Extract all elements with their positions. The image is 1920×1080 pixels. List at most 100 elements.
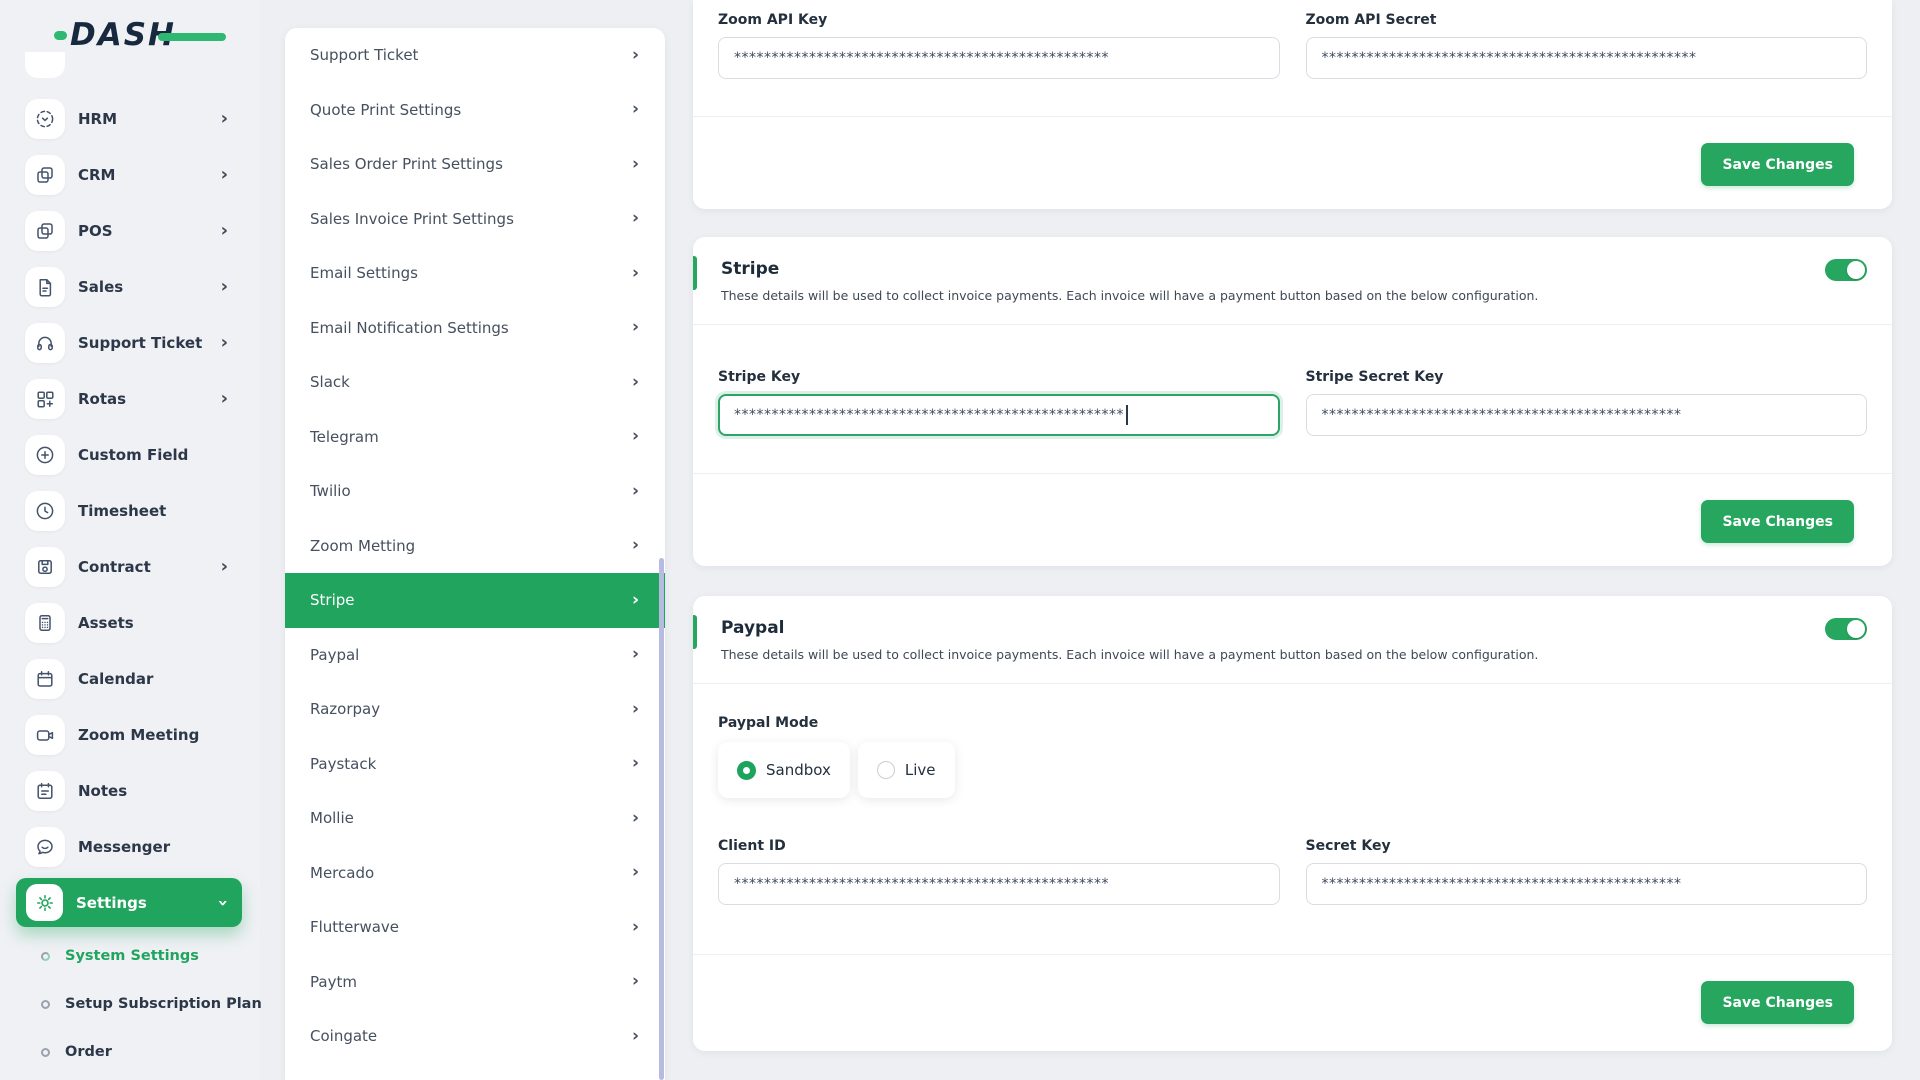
zoom-api-secret-label: Zoom API Secret bbox=[1305, 12, 1437, 28]
settings-nav-item-mercado[interactable]: Mercado bbox=[285, 846, 665, 901]
chevron-down-icon bbox=[213, 899, 231, 906]
settings-nav-item-zoom-metting[interactable]: Zoom Metting bbox=[285, 519, 665, 574]
chevron-right-icon bbox=[632, 810, 639, 827]
sidebar: DASH HRM CRM POS Sales Support Ticket bbox=[0, 0, 262, 1080]
divider bbox=[693, 324, 1892, 325]
bullet-ring-icon bbox=[41, 999, 50, 1009]
client-id-label: Client ID bbox=[718, 838, 786, 854]
paypal-mode-live-option[interactable]: Live bbox=[857, 742, 955, 798]
chevron-right-icon bbox=[632, 428, 639, 445]
save-changes-button[interactable]: Save Changes bbox=[1701, 500, 1854, 543]
sidebar-item-pos[interactable]: POS bbox=[0, 203, 260, 259]
chevron-right-icon bbox=[632, 210, 639, 227]
settings-nav-item-paystack[interactable]: Paystack bbox=[285, 737, 665, 792]
chevron-right-icon bbox=[221, 166, 228, 184]
submenu-item-order[interactable]: Order bbox=[0, 1028, 260, 1076]
chevron-right-icon bbox=[632, 755, 639, 772]
settings-nav-item-email-settings[interactable]: Email Settings bbox=[285, 246, 665, 301]
toggle-knob bbox=[1847, 620, 1865, 638]
stripe-secret-key-field: Stripe Secret Key **********************… bbox=[1305, 369, 1867, 436]
stripe-enable-toggle[interactable] bbox=[1825, 259, 1867, 281]
radio-unchecked-icon bbox=[876, 761, 895, 779]
settings-nav-item-razorpay[interactable]: Razorpay bbox=[285, 682, 665, 737]
chevron-right-icon bbox=[221, 390, 228, 408]
sidebar-item-hrm[interactable]: HRM bbox=[0, 91, 260, 147]
notes-icon bbox=[25, 771, 65, 811]
settings-nav-item-paytm[interactable]: Paytm bbox=[285, 955, 665, 1010]
submenu-item-system-settings[interactable]: System Settings bbox=[0, 932, 260, 980]
settings-nav-item-quote-print-settings[interactable]: Quote Print Settings bbox=[285, 83, 665, 138]
sidebar-item-messenger[interactable]: Messenger bbox=[0, 819, 260, 875]
paypal-enable-toggle[interactable] bbox=[1825, 618, 1867, 640]
settings-nav-item-paypal[interactable]: Paypal bbox=[285, 628, 665, 683]
stripe-section-description: These details will be used to collect in… bbox=[721, 288, 1539, 303]
sidebar-item-contract[interactable]: Contract bbox=[0, 539, 260, 595]
settings-nav-item-sales-order-print-settings[interactable]: Sales Order Print Settings bbox=[285, 137, 665, 192]
stripe-secret-key-input[interactable]: ****************************************… bbox=[1305, 394, 1867, 436]
secret-key-input[interactable]: ****************************************… bbox=[1305, 863, 1867, 905]
zoom-api-key-input[interactable]: ****************************************… bbox=[718, 37, 1280, 79]
sidebar-item-zoom-meeting[interactable]: Zoom Meeting bbox=[0, 707, 260, 763]
bullet-ring-icon bbox=[41, 951, 50, 961]
sidebar-item-settings[interactable]: Settings bbox=[16, 878, 242, 927]
submenu-item-setup-subscription-plan[interactable]: Setup Subscription Plan bbox=[0, 980, 262, 1028]
sidebar-item-support-ticket[interactable]: Support Ticket bbox=[0, 315, 260, 371]
chat-bubble-icon bbox=[25, 827, 65, 867]
sidebar-item-custom-field[interactable]: Custom Field bbox=[0, 427, 260, 483]
chevron-right-icon bbox=[632, 1028, 639, 1045]
main-content: Zoom API Key ***************************… bbox=[693, 0, 1892, 1051]
sidebar-item-calendar[interactable]: Calendar bbox=[0, 651, 260, 707]
sidebar-item-crm[interactable]: CRM bbox=[0, 147, 260, 203]
sidebar-item-rotas[interactable]: Rotas bbox=[0, 371, 260, 427]
chevron-right-icon bbox=[632, 374, 639, 391]
stripe-key-label: Stripe Key bbox=[718, 369, 801, 385]
sidebar-item-timesheet[interactable]: Timesheet bbox=[0, 483, 260, 539]
settings-nav-item-twilio[interactable]: Twilio bbox=[285, 464, 665, 519]
app-logo[interactable]: DASH bbox=[54, 14, 226, 56]
stripe-key-field: Stripe Key *****************************… bbox=[718, 369, 1280, 436]
sidebar-item-assets[interactable]: Assets bbox=[0, 595, 260, 651]
paypal-settings-card: Paypal These details will be used to col… bbox=[693, 596, 1892, 1051]
chevron-right-icon bbox=[632, 646, 639, 663]
sidebar-item-notes[interactable]: Notes bbox=[0, 763, 260, 819]
settings-nav-item-mollie[interactable]: Mollie bbox=[285, 791, 665, 846]
settings-nav-item-coingate[interactable]: Coingate bbox=[285, 1009, 665, 1064]
logo-bar-icon bbox=[158, 33, 226, 41]
zoom-api-secret-input[interactable]: ****************************************… bbox=[1305, 37, 1867, 79]
chevron-right-icon bbox=[632, 483, 639, 500]
zoom-api-key-field: Zoom API Key ***************************… bbox=[718, 12, 1280, 79]
paypal-mode-sandbox-option[interactable]: Sandbox bbox=[718, 742, 850, 798]
calendar-icon bbox=[25, 659, 65, 699]
chevron-right-icon bbox=[221, 110, 228, 128]
settings-nav-item-flutterwave[interactable]: Flutterwave bbox=[285, 900, 665, 955]
secret-key-label: Secret Key bbox=[1305, 838, 1391, 854]
sales-icon bbox=[25, 267, 65, 307]
system-settings-nav: Support Ticket Quote Print Settings Sale… bbox=[285, 28, 665, 1080]
save-changes-button[interactable]: Save Changes bbox=[1701, 143, 1854, 186]
scrollbar-thumb[interactable] bbox=[659, 558, 664, 1080]
divider bbox=[693, 683, 1892, 684]
settings-nav-item-sales-invoice-print-settings[interactable]: Sales Invoice Print Settings bbox=[285, 192, 665, 247]
paypal-section-title: Paypal bbox=[721, 618, 785, 638]
save-changes-button[interactable]: Save Changes bbox=[1701, 981, 1854, 1024]
scrolled-menu-item-fragment bbox=[25, 52, 65, 78]
toggle-knob bbox=[1847, 261, 1865, 279]
client-id-input[interactable]: ****************************************… bbox=[718, 863, 1280, 905]
settings-submenu: System Settings Setup Subscription Plan … bbox=[0, 932, 262, 1076]
chevron-right-icon bbox=[221, 558, 228, 576]
video-camera-icon bbox=[25, 715, 65, 755]
chevron-right-icon bbox=[632, 101, 639, 118]
stripe-key-input[interactable]: ****************************************… bbox=[718, 394, 1280, 436]
paypal-mode-radio-group: Sandbox Live bbox=[693, 742, 1892, 798]
stripe-settings-card: Stripe These details will be used to col… bbox=[693, 237, 1892, 566]
settings-nav-item-support-ticket[interactable]: Support Ticket bbox=[285, 28, 665, 83]
settings-nav-item-telegram[interactable]: Telegram bbox=[285, 410, 665, 465]
settings-nav-item-email-notification-settings[interactable]: Email Notification Settings bbox=[285, 301, 665, 356]
stripe-section-title: Stripe bbox=[721, 259, 780, 279]
section-accent-bar bbox=[693, 256, 697, 290]
rotas-icon bbox=[25, 379, 65, 419]
sidebar-item-sales[interactable]: Sales bbox=[0, 259, 260, 315]
settings-nav-item-skrill[interactable]: Skrill bbox=[285, 1064, 665, 1080]
settings-nav-item-slack[interactable]: Slack bbox=[285, 355, 665, 410]
settings-nav-item-stripe[interactable]: Stripe bbox=[285, 573, 665, 628]
